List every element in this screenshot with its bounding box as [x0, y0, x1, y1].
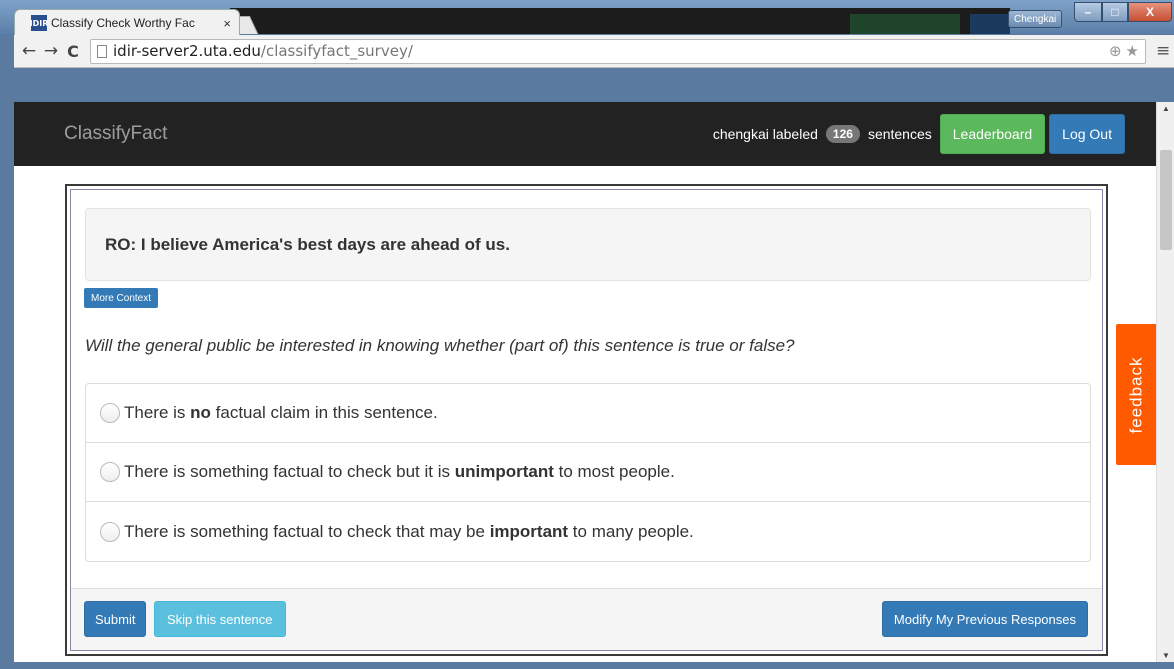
forward-arrow-icon[interactable]: →: [40, 41, 62, 61]
favicon-icon: IDIR: [30, 15, 48, 31]
labeled-count-badge: 126: [825, 125, 860, 143]
skip-sentence-button[interactable]: Skip this sentence: [154, 601, 286, 637]
survey-panel: RO: I believe America's best days are ah…: [65, 184, 1108, 656]
page-icon: [97, 44, 107, 58]
option-important[interactable]: There is something factual to check that…: [86, 502, 1090, 561]
scroll-thumb[interactable]: [1160, 150, 1172, 250]
feedback-tab[interactable]: feedback: [1114, 322, 1158, 467]
option-text: There is something factual to check that…: [124, 521, 694, 541]
background-block-blue: [970, 14, 1010, 34]
browser-toolbar: ← → C idir-server2.uta.edu /classifyfact…: [14, 35, 1174, 68]
radio-button[interactable]: [100, 462, 120, 482]
background-block-green: [850, 14, 960, 34]
bookmark-star-icon[interactable]: ★: [1126, 42, 1139, 60]
window-user-badge[interactable]: Chengkai: [1008, 10, 1063, 28]
scroll-up-arrow-icon[interactable]: ▲: [1162, 104, 1170, 113]
minimize-button[interactable]: –: [1074, 2, 1102, 22]
tab-close-icon[interactable]: ×: [223, 16, 231, 31]
survey-panel-body: RO: I believe America's best days are ah…: [70, 189, 1103, 651]
url-path: /classifyfact_survey/: [260, 42, 413, 60]
browser-tab[interactable]: IDIR Classify Check Worthy Fac ×: [14, 9, 240, 36]
navbar-right: chengkai labeled 126 sentences Leaderboa…: [713, 114, 1125, 154]
feedback-label: feedback: [1126, 356, 1145, 433]
zoom-icon[interactable]: ⊕: [1109, 42, 1122, 60]
radio-button[interactable]: [100, 521, 120, 542]
user-labeled-text: chengkai labeled: [712, 126, 818, 142]
browser-menu-icon[interactable]: ≡: [1156, 41, 1170, 61]
option-unimportant[interactable]: There is something factual to check but …: [86, 443, 1090, 502]
option-no-claim[interactable]: There is no factual claim in this senten…: [86, 384, 1090, 443]
logout-button[interactable]: Log Out: [1049, 114, 1125, 154]
site-navbar: ClassifyFact chengkai labeled 126 senten…: [14, 102, 1156, 166]
modify-responses-button[interactable]: Modify My Previous Responses: [881, 601, 1088, 637]
scroll-down-arrow-icon[interactable]: ▼: [1162, 651, 1170, 660]
sentences-text: sentences: [867, 126, 932, 142]
reload-icon[interactable]: C: [62, 42, 84, 61]
sentence-text: RO: I believe America's best days are ah…: [105, 234, 510, 254]
brand-link[interactable]: ClassifyFact: [64, 123, 167, 145]
answer-options: There is no factual claim in this senten…: [85, 383, 1091, 562]
option-text: There is something factual to check but …: [124, 462, 675, 481]
url-host: idir-server2.uta.edu: [113, 42, 261, 60]
maximize-button[interactable]: □: [1102, 2, 1128, 22]
radio-button[interactable]: [100, 403, 120, 423]
more-context-button[interactable]: More Context: [84, 288, 159, 308]
background-window-strip: [230, 8, 1010, 34]
close-window-button[interactable]: X: [1128, 2, 1172, 22]
leaderboard-button[interactable]: Leaderboard: [939, 114, 1046, 154]
page-scrollbar[interactable]: ▲ ▼: [1156, 102, 1174, 662]
submit-button[interactable]: Submit: [84, 601, 147, 637]
option-text: There is no factual claim in this senten…: [124, 403, 438, 422]
panel-footer: Submit Skip this sentence Modify My Prev…: [71, 588, 1102, 650]
sentence-well: RO: I believe America's best days are ah…: [85, 208, 1091, 281]
address-bar[interactable]: idir-server2.uta.edu /classifyfact_surve…: [90, 38, 1146, 64]
question-text: Will the general public be interested in…: [85, 336, 795, 355]
back-arrow-icon[interactable]: ←: [18, 41, 40, 61]
tab-title: Classify Check Worthy Fac: [51, 16, 195, 30]
